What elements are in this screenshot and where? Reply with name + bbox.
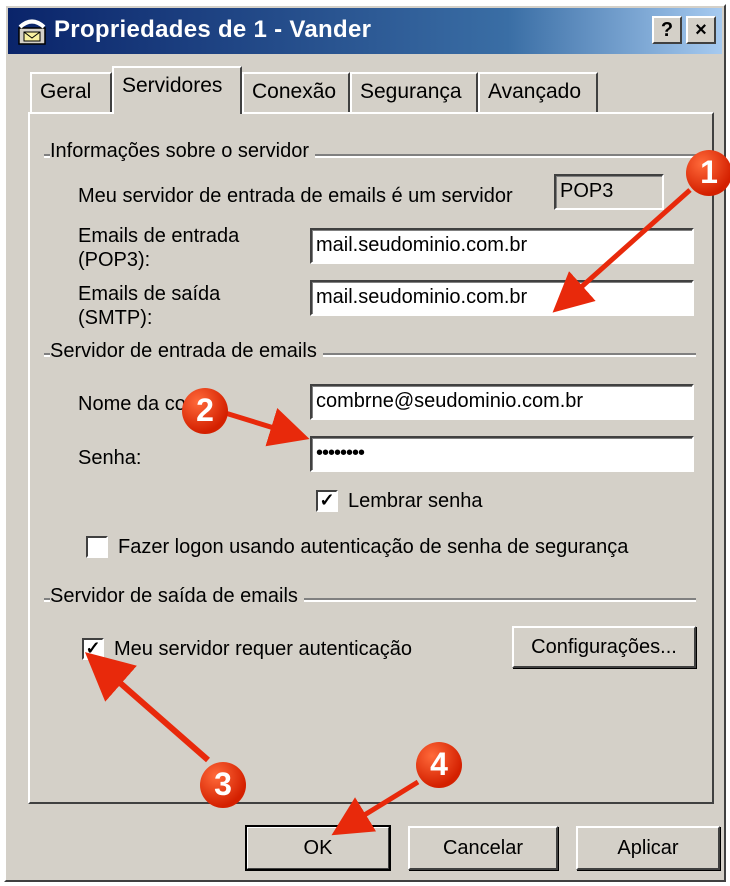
check-mark-icon: ✓ — [85, 638, 101, 658]
outgoing-mail-label: Emails de saída — [78, 283, 221, 305]
password-label: Senha: — [78, 447, 142, 469]
ok-button[interactable]: OK — [245, 825, 391, 871]
callout-3-badge: 3 — [200, 762, 246, 808]
check-mark-icon: ✓ — [319, 490, 335, 510]
phone-mail-icon — [18, 19, 46, 45]
close-button[interactable]: × — [686, 16, 716, 44]
tab-avancado[interactable]: Avançado — [478, 72, 598, 112]
tab-seguranca[interactable]: Segurança — [350, 72, 478, 112]
callout-2-badge: 2 — [182, 388, 228, 434]
remember-password-checkbox[interactable]: ✓ — [316, 490, 338, 512]
settings-button[interactable]: Configurações... — [512, 626, 696, 668]
server-type-label: Meu servidor de entrada de emails é um s… — [78, 185, 513, 207]
cancel-button[interactable]: Cancelar — [408, 826, 558, 870]
callout-1-badge: 1 — [686, 150, 730, 196]
server-type-value: POP3 — [554, 174, 664, 210]
outgoing-server-group-title: Servidor de saída de emails — [50, 585, 304, 608]
account-properties-dialog: Propriedades de 1 - Vander ? × Geral Ser… — [4, 4, 726, 882]
incoming-mail-label: Emails de entrada — [78, 225, 240, 247]
help-button[interactable]: ? — [652, 16, 682, 44]
window-title: Propriedades de 1 - Vander — [54, 16, 372, 43]
incoming-server-field[interactable]: mail.seudominio.com.br — [310, 228, 694, 264]
account-name-field[interactable]: combrne@seudominio.com.br — [310, 384, 694, 420]
incoming-server-group-title: Servidor de entrada de emails — [50, 340, 323, 363]
incoming-mail-protocol-label: (POP3): — [78, 249, 151, 271]
requires-auth-label: Meu servidor requer autenticação — [114, 638, 412, 660]
outgoing-mail-protocol-label: (SMTP): — [78, 307, 153, 329]
requires-auth-checkbox[interactable]: ✓ — [82, 638, 104, 660]
remember-password-label: Lembrar senha — [348, 490, 483, 512]
tab-geral[interactable]: Geral — [30, 72, 112, 112]
server-info-group-title: Informações sobre o servidor — [50, 140, 316, 163]
tab-servidores[interactable]: Servidores — [112, 66, 242, 114]
title-bar[interactable]: Propriedades de 1 - Vander ? × — [8, 8, 722, 54]
secure-password-auth-label: Fazer logon usando autenticação de senha… — [118, 536, 629, 558]
outgoing-server-field[interactable]: mail.seudominio.com.br — [310, 280, 694, 316]
secure-password-auth-checkbox[interactable] — [86, 536, 108, 558]
tab-conexao[interactable]: Conexão — [242, 72, 350, 112]
callout-4-badge: 4 — [416, 742, 462, 788]
password-field[interactable]: •••••••• — [310, 436, 694, 472]
apply-button[interactable]: Aplicar — [576, 826, 720, 870]
